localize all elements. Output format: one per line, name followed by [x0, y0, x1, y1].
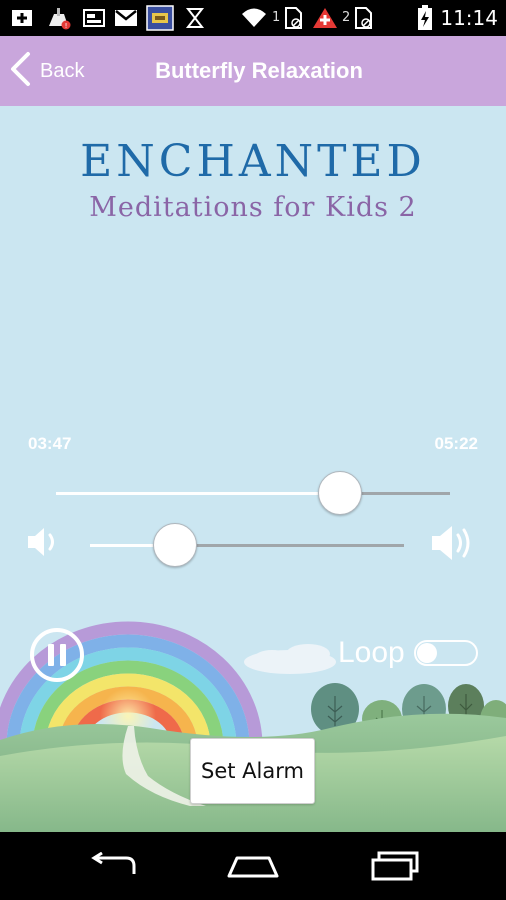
svg-text:!: ! [65, 22, 68, 30]
progress-thumb[interactable] [318, 471, 362, 515]
home-nav-icon[interactable] [224, 846, 282, 886]
player-screen: ENCHANTED Meditations for Kids 2 03:47 0… [0, 106, 506, 832]
loop-label: Loop [338, 636, 405, 669]
progress-slider[interactable] [56, 471, 450, 515]
battery-charging-icon [416, 5, 434, 30]
pause-button[interactable] [30, 628, 84, 682]
android-debug-icon [10, 6, 34, 30]
gmail-icon [114, 6, 138, 30]
image-icon [82, 6, 106, 30]
back-nav-icon[interactable] [86, 846, 140, 886]
status-clock: 11:14 [440, 6, 498, 30]
brand-subtitle: Meditations for Kids 2 [89, 192, 417, 223]
sim2-count: 2 [342, 10, 351, 25]
navigation-bar [0, 832, 506, 900]
volume-thumb[interactable] [153, 523, 197, 567]
alert-icon [312, 6, 338, 30]
loop-toggle-knob [417, 643, 437, 663]
wifi-icon [240, 6, 268, 30]
pause-icon [60, 644, 66, 666]
recent-apps-icon[interactable] [368, 846, 422, 886]
elapsed-time: 03:47 [28, 434, 72, 453]
pause-icon [48, 644, 54, 666]
app-bar: Back Butterfly Relaxation [0, 36, 506, 106]
total-time: 05:22 [434, 434, 478, 453]
sim-card-icon [282, 6, 304, 30]
volume-slider[interactable] [90, 523, 404, 567]
volume-low-icon[interactable] [26, 525, 64, 563]
game-icon [146, 5, 174, 31]
sim1-count: 1 [272, 10, 281, 25]
progress-fill [56, 492, 340, 495]
screen-title: Butterfly Relaxation [155, 58, 363, 83]
volume-high-icon[interactable] [430, 522, 480, 568]
status-bar: ! 1 2 11:14 [0, 0, 506, 36]
loop-toggle[interactable] [414, 640, 478, 666]
wait-icon [184, 6, 206, 30]
set-alarm-button[interactable]: Set Alarm [190, 738, 315, 804]
cleaner-icon: ! [46, 6, 72, 30]
sim-card-icon [352, 6, 374, 30]
brand-title: ENCHANTED [80, 136, 426, 187]
